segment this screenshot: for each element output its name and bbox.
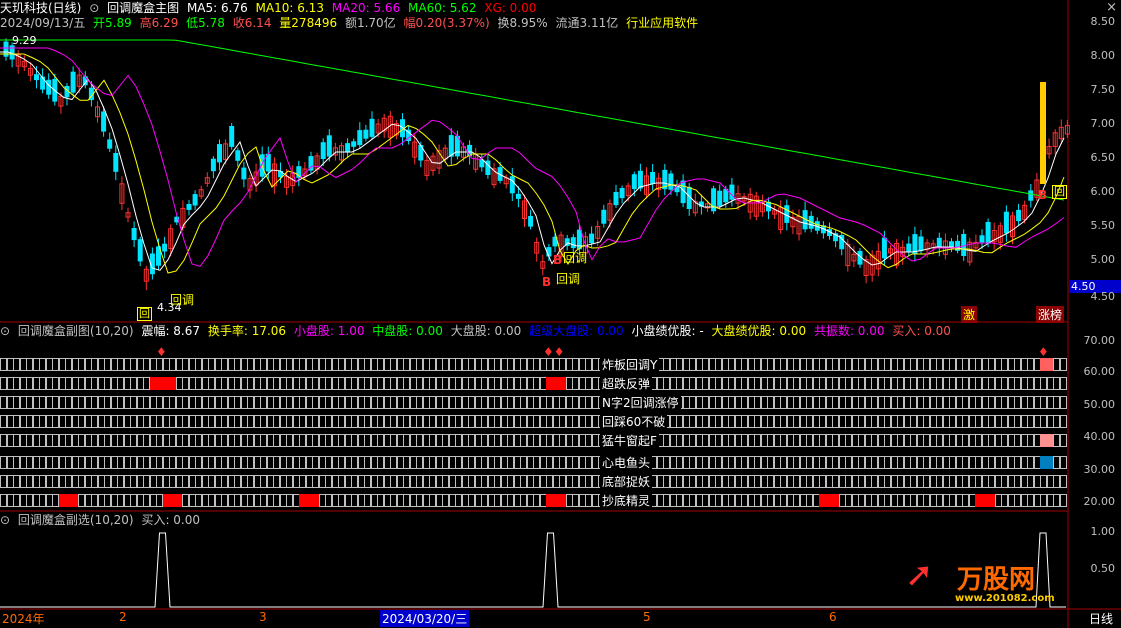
sub2-title[interactable]: 回调魔盒副选(10,20) (18, 513, 134, 527)
moving-averages (0, 39, 1065, 274)
ji-tag: 激 (961, 306, 978, 323)
row-label-6: 心电鱼头 (600, 456, 653, 470)
stat-mid-cap: 中盘股: 0.00 (372, 324, 443, 338)
b-tag-3: B (1038, 188, 1048, 202)
y-axis-850: 8.50 (1090, 15, 1116, 28)
stat-turnover: 换手率: 17.06 (207, 324, 287, 338)
signal-row (0, 377, 1068, 391)
signal-cell (1059, 358, 1067, 371)
huitiao-tag-3: 回调 (556, 272, 581, 286)
sub1-y-20: 20.00 (1083, 495, 1116, 508)
ma60-line (0, 39, 1065, 201)
signal-cell (1059, 396, 1067, 409)
signal-bar (1040, 82, 1046, 184)
y-axis-450: 4.50 (1090, 290, 1116, 303)
y-axis-800: 8.00 (1090, 49, 1116, 62)
main-chart-svg (0, 0, 1121, 628)
stat-zhenfu: 震幅: 8.67 (141, 324, 201, 338)
x-axis-month-5: 5 (643, 610, 651, 624)
sub1-header: ⊙ 回调魔盒副图(10,20) 震幅: 8.67 换手率: 17.06 小盘股:… (0, 323, 955, 339)
huitiao-tag-2: 回调 (563, 251, 588, 265)
ma5-line (0, 51, 1065, 271)
signal-row (0, 358, 1068, 372)
high-price-label: 9.29 (12, 34, 37, 47)
brand-url: www.201082.com (955, 593, 1055, 604)
signal-cell (1059, 434, 1067, 447)
x-axis-month-2: 2 (119, 610, 127, 624)
sub1-y-70: 70.00 (1083, 334, 1116, 347)
ma10-line (0, 53, 1065, 274)
signal-row (0, 415, 1068, 429)
row-label-2: 超跌反弹 (600, 377, 653, 391)
diamond-icon: ♦♦ (543, 345, 565, 359)
row-label-5: 猛牛窗起F (600, 434, 659, 448)
signal-row (0, 475, 1068, 489)
signal-row (0, 434, 1068, 448)
row-label-1: 炸板回调Y (600, 358, 660, 372)
signal-cell (1059, 494, 1067, 507)
sub2-y-050: 0.50 (1090, 562, 1116, 575)
signal-row (0, 396, 1068, 410)
row-label-8: 抄底精灵 (600, 494, 653, 508)
hui-box-1: 回 (137, 307, 152, 321)
y-axis-650: 6.50 (1090, 151, 1116, 164)
brand-logo: ➚ 万股网 www.201082.com (905, 555, 1075, 607)
stat-small-blue: 小盘绩优股: - (631, 324, 704, 338)
y-axis-600: 6.00 (1090, 185, 1116, 198)
sub2-gear-icon[interactable]: ⊙ (0, 513, 10, 527)
sub1-y-50: 50.00 (1083, 398, 1116, 411)
period-label[interactable]: 日线 (1089, 610, 1113, 627)
sub2-y-100: 1.00 (1090, 525, 1116, 538)
y-axis-550: 5.50 (1090, 219, 1116, 232)
row-label-4: 回踩60不破 (600, 415, 668, 429)
x-axis-month-6: 6 (829, 610, 837, 624)
stat-buy: 买入: 0.00 (892, 324, 951, 338)
stat-super-cap: 超级大盘股: 0.00 (529, 324, 624, 338)
huitiao-tag-1: 回调 (170, 293, 195, 307)
y-axis-750: 7.50 (1090, 83, 1116, 96)
signal-cell (1059, 456, 1067, 469)
signal-grid (0, 358, 1068, 510)
signal-cell (1059, 475, 1067, 488)
arrow-logo-icon: ➚ (905, 555, 934, 595)
zhangting-tag: 涨榜 (1036, 306, 1065, 323)
sub1-title[interactable]: 回调魔盒副图(10,20) (18, 324, 134, 338)
y-axis-700: 7.00 (1090, 117, 1116, 130)
sub2-buy: 买入: 0.00 (141, 513, 201, 527)
sub1-gear-icon[interactable]: ⊙ (0, 324, 10, 338)
signal-row (0, 456, 1068, 470)
stat-large-blue: 大盘绩优股: 0.00 (711, 324, 807, 338)
hui-box-2: 回 (1052, 185, 1067, 199)
b-tag-1: B (553, 253, 563, 267)
signal-row (0, 494, 1068, 508)
x-axis-month-3: 3 (259, 610, 267, 624)
b-tag-2: B (542, 275, 552, 289)
diamond-icon: ♦ (1038, 345, 1049, 359)
x-axis-year: 2024年 (2, 612, 45, 626)
stat-small-cap: 小盘股: 1.00 (293, 324, 365, 338)
ma20-line (0, 47, 1065, 267)
row-label-3: N字2回调涨停 (600, 396, 681, 410)
sub2-header: ⊙ 回调魔盒副选(10,20) 买入: 0.00 (0, 512, 204, 528)
stat-resonance: 共振数: 0.00 (813, 324, 885, 338)
stat-large-cap: 大盘股: 0.00 (450, 324, 522, 338)
sub1-y-30: 30.00 (1083, 463, 1116, 476)
signal-cell (1059, 377, 1067, 390)
brand-name: 万股网 (957, 565, 1036, 595)
x-axis-cursor-date: 2024/03/20/三 (380, 610, 470, 627)
row-label-7: 底部捉妖 (600, 475, 653, 489)
signal-cell (1059, 415, 1067, 428)
diamond-icon: ♦ (156, 345, 167, 359)
sub1-y-40: 40.00 (1083, 430, 1116, 443)
y-axis-500: 5.00 (1090, 253, 1116, 266)
sub1-y-60: 60.00 (1083, 365, 1116, 378)
